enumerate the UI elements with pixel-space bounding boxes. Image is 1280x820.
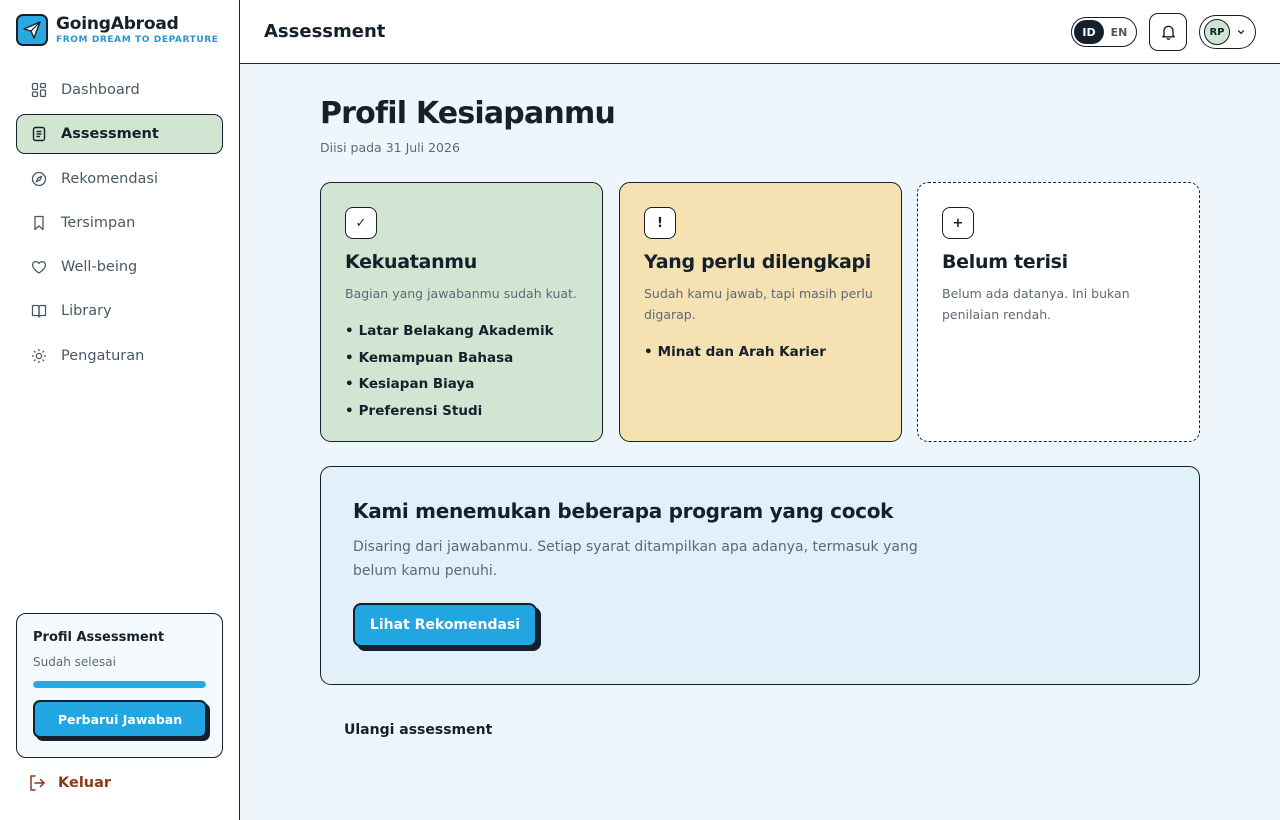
- sidebar-item-assessment[interactable]: Assessment: [16, 114, 223, 155]
- strengths-list: Latar Belakang Akademik Kemampuan Bahasa…: [345, 318, 578, 424]
- banner-description: Disaring dari jawabanmu. Setiap syarat d…: [353, 539, 918, 579]
- logout-button[interactable]: Keluar: [28, 774, 111, 792]
- sidebar-item-label: Rekomendasi: [61, 170, 159, 187]
- list-item: Kemampuan Bahasa: [345, 345, 578, 372]
- bookmark-icon: [34, 215, 44, 231]
- brand-tagline: FROM DREAM TO DEPARTURE: [56, 35, 219, 45]
- top-header: Assessment ID EN RP: [240, 0, 1280, 64]
- checkmark-icon: ✓: [345, 207, 377, 239]
- logout-label: Keluar: [58, 775, 112, 791]
- profile-card-status: Sudah selesai: [33, 655, 116, 669]
- sidebar-item-label: Tersimpan: [61, 214, 136, 231]
- sidebar: GoingAbroad FROM DREAM TO DEPARTURE Dash…: [0, 0, 240, 820]
- list-item: Minat dan Arah Karier: [644, 339, 877, 366]
- needs-list: Minat dan Arah Karier: [644, 339, 877, 366]
- not-filled-card: + Belum terisi Belum ada datanya. Ini bu…: [917, 182, 1200, 442]
- lang-option-id[interactable]: ID: [1074, 20, 1104, 44]
- needs-completion-card: ! Yang perlu dilengkapi Sudah kamu jawab…: [619, 182, 902, 442]
- book-icon: [31, 305, 47, 319]
- card-title: Belum terisi: [942, 251, 1068, 273]
- page-header-title: Assessment: [264, 21, 386, 42]
- progress-bar: [33, 681, 206, 688]
- document-icon: [32, 127, 46, 142]
- logout-icon: [30, 775, 45, 791]
- card-description: Bagian yang jawabanmu sudah kuat.: [345, 286, 577, 301]
- bell-icon: [1161, 25, 1175, 40]
- strengths-card: ✓ Kekuatanmu Bagian yang jawabanmu sudah…: [320, 182, 603, 442]
- card-description: Sudah kamu jawab, tapi masih perlu digar…: [644, 286, 873, 322]
- view-recommendations-button[interactable]: Lihat Rekomendasi: [353, 603, 537, 647]
- list-item: Kesiapan Biaya: [345, 371, 578, 398]
- compass-icon: [31, 171, 47, 186]
- sidebar-item-label: Well-being: [61, 259, 138, 276]
- chevron-down-icon: [1237, 30, 1245, 35]
- paper-plane-logo-icon: [16, 14, 48, 46]
- banner-title: Kami menemukan beberapa program yang coc…: [353, 499, 894, 523]
- plus-icon: +: [942, 207, 974, 239]
- sidebar-item-tersimpan[interactable]: Tersimpan: [16, 203, 223, 243]
- user-menu-button[interactable]: RP: [1199, 15, 1256, 49]
- progress-bar-fill: [33, 681, 206, 688]
- heart-icon: [31, 261, 47, 274]
- dashboard-icon: [31, 82, 47, 98]
- brand-name: GoingAbroad: [56, 14, 179, 34]
- list-item: Preferensi Studi: [345, 398, 578, 425]
- language-toggle: ID EN: [1071, 17, 1137, 47]
- notifications-button[interactable]: [1149, 13, 1187, 51]
- avatar: RP: [1204, 19, 1230, 45]
- sidebar-item-label: Pengaturan: [61, 347, 145, 364]
- retake-assessment-link[interactable]: Ulangi assessment: [344, 722, 492, 738]
- sidebar-item-dashboard[interactable]: Dashboard: [16, 70, 223, 110]
- sidebar-item-well-being[interactable]: Well-being: [16, 247, 223, 287]
- list-item: Latar Belakang Akademik: [345, 318, 578, 345]
- profile-assessment-card: Profil Assessment Sudah selesai Perbarui…: [16, 613, 223, 758]
- page-title: Profil Kesiapanmu: [320, 96, 616, 131]
- update-answers-button[interactable]: Perbarui Jawaban: [33, 700, 207, 738]
- page-subtitle: Diisi pada 31 Juli 2026: [320, 140, 460, 155]
- sidebar-item-pengaturan[interactable]: Pengaturan: [16, 336, 223, 376]
- gear-icon: [32, 348, 46, 363]
- card-description: Belum ada datanya. Ini bukan penilaian r…: [942, 286, 1130, 322]
- sidebar-item-rekomendasi[interactable]: Rekomendasi: [16, 159, 223, 199]
- recommendation-banner: Kami menemukan beberapa program yang coc…: [320, 466, 1200, 685]
- sidebar-item-label: Dashboard: [61, 82, 140, 98]
- card-title: Kekuatanmu: [345, 251, 478, 273]
- sidebar-nav: Dashboard Assessment Rekomendasi Tersimp…: [16, 70, 223, 380]
- brand[interactable]: GoingAbroad FROM DREAM TO DEPARTURE: [16, 14, 219, 46]
- sidebar-item-library[interactable]: Library: [16, 291, 223, 331]
- profile-card-title: Profil Assessment: [33, 630, 165, 645]
- lang-option-en[interactable]: EN: [1104, 20, 1134, 44]
- sidebar-item-label: Assessment: [61, 126, 159, 143]
- sidebar-item-label: Library: [61, 303, 112, 320]
- card-title: Yang perlu dilengkapi: [644, 251, 871, 273]
- exclamation-icon: !: [644, 207, 676, 239]
